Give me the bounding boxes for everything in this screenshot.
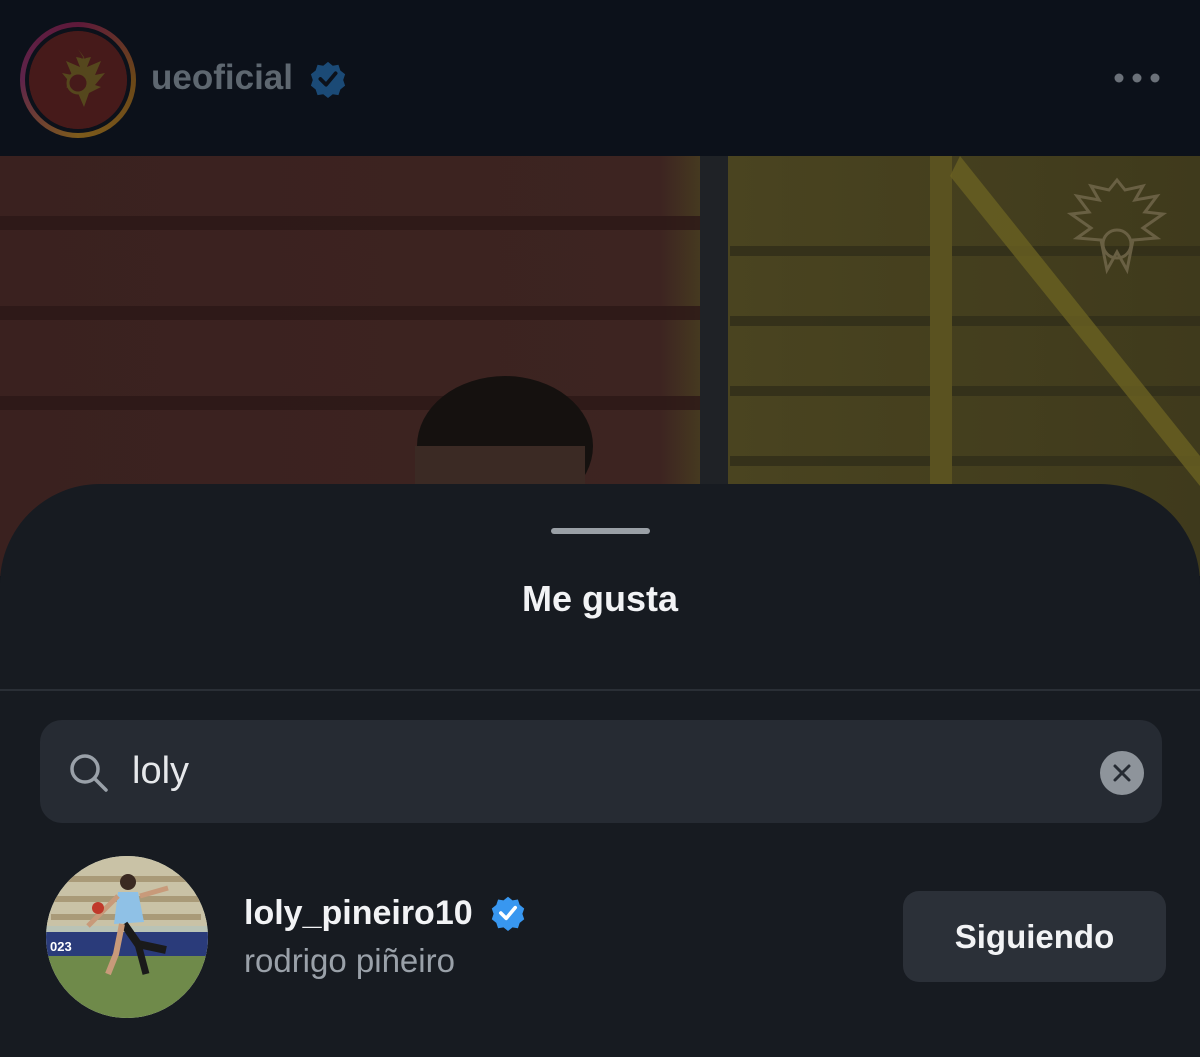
- likes-sheet: Me gusta loly 023 loly_pineiro10 rodrigo…: [0, 484, 1200, 1057]
- list-item[interactable]: 023 loly_pineiro10 rodrigo piñeiro Sigui…: [0, 854, 1200, 1024]
- result-username[interactable]: loly_pineiro10: [244, 894, 473, 933]
- search-bar[interactable]: [40, 720, 1162, 823]
- svg-text:023: 023: [50, 939, 72, 954]
- account-handle[interactable]: ueoficial: [151, 58, 293, 98]
- clear-search-button[interactable]: [1100, 751, 1144, 795]
- sheet-title: Me gusta: [521, 578, 679, 619]
- post-header: ueoficial: [0, 0, 1200, 156]
- avatar[interactable]: 023: [46, 856, 208, 1018]
- sheet-drag-handle[interactable]: [551, 528, 650, 534]
- divider: [0, 689, 1200, 691]
- result-full-name: rodrigo piñeiro: [244, 942, 455, 979]
- verified-badge-icon: [310, 61, 346, 98]
- profile-avatar[interactable]: [20, 22, 136, 138]
- more-dots-icon[interactable]: [1112, 68, 1162, 88]
- search-input[interactable]: [132, 738, 1072, 804]
- following-button[interactable]: Siguiendo: [903, 891, 1166, 982]
- eagle-crest-logo: [29, 31, 127, 129]
- close-icon: [1113, 764, 1131, 782]
- verified-badge-icon: [491, 896, 525, 931]
- search-icon: [70, 754, 108, 792]
